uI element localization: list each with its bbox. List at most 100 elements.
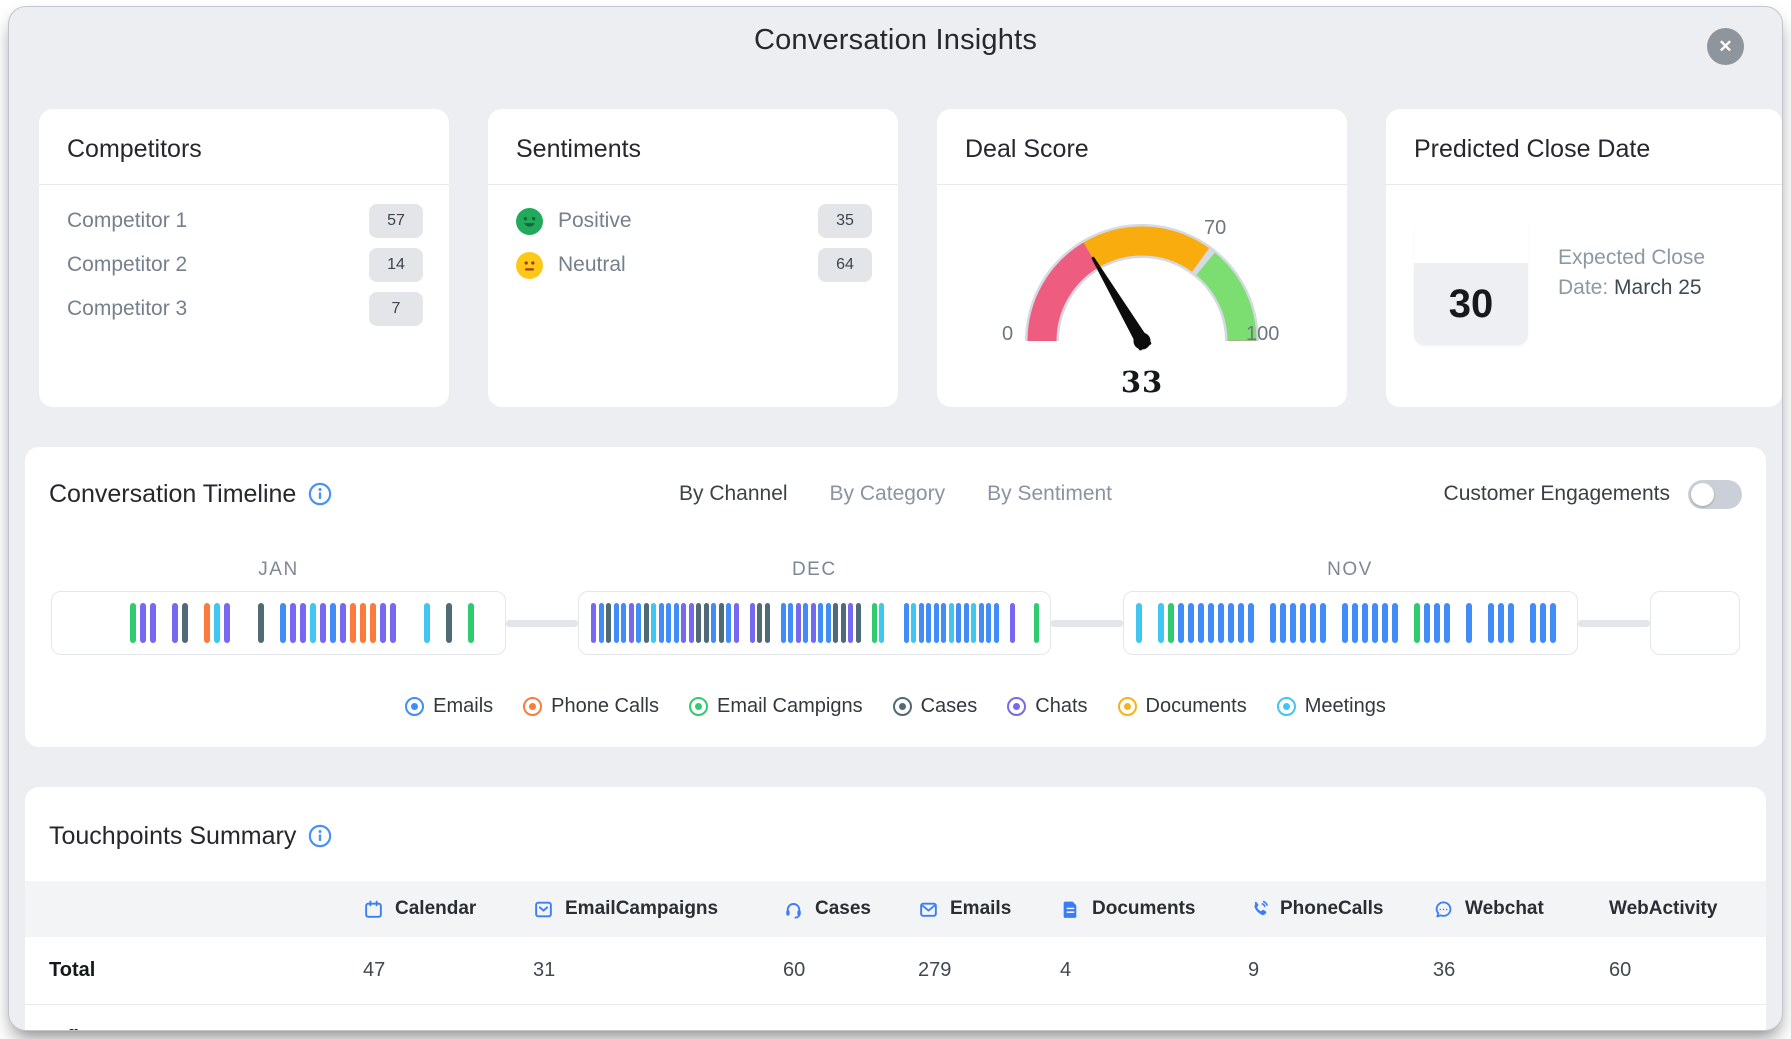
timeline-month-next <box>1650 559 1741 655</box>
touchpoints-summary-section: Touchpoints Summary CalendarEmailCampaig… <box>25 787 1766 1031</box>
headset-icon <box>783 899 804 920</box>
activity-bar <box>1270 603 1276 643</box>
table-cell: 36 <box>1425 937 1601 1004</box>
activity-bar <box>956 603 961 643</box>
activity-bar <box>1498 603 1504 643</box>
legend-dot-core <box>899 703 906 710</box>
activity-bar <box>182 603 188 643</box>
info-icon[interactable] <box>308 824 332 848</box>
tab-by-channel[interactable]: By Channel <box>679 482 788 506</box>
column-header-phonecalls: PhoneCalls <box>1240 881 1425 937</box>
activity-bar <box>636 603 641 643</box>
table-cell: – <box>1240 1005 1425 1031</box>
legend-label: Documents <box>1146 695 1247 718</box>
activity-bar <box>926 603 931 643</box>
timeline-connector <box>506 620 578 627</box>
document-icon <box>1060 899 1081 920</box>
activity-bar <box>1168 603 1174 643</box>
activity-bar <box>848 603 853 643</box>
legend-item-documents[interactable]: Documents <box>1118 695 1247 718</box>
customer-engagements-toggle[interactable] <box>1688 480 1742 509</box>
activity-bar <box>340 603 346 643</box>
timeline-connector <box>1051 620 1123 627</box>
legend-dot-core <box>1124 703 1131 710</box>
sentiment-row: Positive35 <box>516 199 872 243</box>
activity-bar <box>390 603 396 643</box>
legend-label: Cases <box>921 695 978 718</box>
page-title: Conversation Insights <box>754 24 1037 57</box>
activity-bar <box>140 603 146 643</box>
sentiments-list: Positive35 Neutral 64 <box>488 185 898 287</box>
activity-bar <box>280 603 286 643</box>
column-header-webchat: Webchat <box>1425 881 1601 937</box>
activity-bar <box>659 603 664 643</box>
touchpoints-title: Touchpoints Summary <box>49 822 296 851</box>
activity-bar <box>1434 603 1440 643</box>
activity-bar <box>350 603 356 643</box>
activity-bar <box>1280 603 1286 643</box>
activity-bar <box>879 603 884 643</box>
table-row-total: Total473160279493660 <box>25 937 1766 1005</box>
deal-score-value: 33 <box>937 365 1347 399</box>
column-header-webactivity: WebActivity <box>1601 881 1766 937</box>
sentiment-count-badge: 64 <box>818 248 872 282</box>
timeline-month-nov: NOV <box>1123 559 1578 655</box>
activity-bar <box>1198 603 1204 643</box>
activity-bar <box>1372 603 1378 643</box>
calendar-tile: January 30 <box>1414 217 1528 345</box>
table-cell: 4 <box>1052 937 1240 1004</box>
activity-bar <box>370 603 376 643</box>
timeline-activity-box <box>1650 591 1741 655</box>
timeline-tabs: By Channel By Category By Sentiment <box>679 482 1112 506</box>
deal-score-gauge: 0 70 100 <box>972 209 1312 361</box>
activity-bar <box>1508 603 1514 643</box>
tab-by-category[interactable]: By Category <box>830 482 946 506</box>
column-label: Emails <box>950 898 1011 920</box>
activity-bar <box>150 603 156 643</box>
activity-bar <box>1444 603 1450 643</box>
toggle-knob <box>1691 483 1714 506</box>
legend-radio-icon <box>523 697 542 716</box>
activity-bar <box>1158 603 1164 643</box>
month-label: DEC <box>578 559 1051 591</box>
sentiments-card: Sentiments Positive35Neutral64 <box>488 109 898 407</box>
activity-bar <box>1488 603 1494 643</box>
column-header-emails: Emails <box>910 881 1052 937</box>
competitor-count-badge: 7 <box>369 292 423 326</box>
activity-bar <box>599 603 604 643</box>
activity-bar <box>750 603 755 643</box>
activity-bar <box>591 603 596 643</box>
table-cell: 279 <box>910 937 1052 1004</box>
activity-bar <box>380 603 386 643</box>
info-icon[interactable] <box>308 482 332 506</box>
activity-bar <box>1540 603 1546 643</box>
touchpoints-body: Total473160279493660Influencer–––––––– <box>25 937 1766 1031</box>
close-button[interactable]: ✕ <box>1707 28 1744 65</box>
row-label: Total <box>25 937 355 1004</box>
divider <box>937 184 1347 185</box>
activity-bar <box>172 603 178 643</box>
legend-item-meetings[interactable]: Meetings <box>1277 695 1386 718</box>
legend-item-cases[interactable]: Cases <box>893 695 978 718</box>
sentiment-left: Neutral <box>516 252 626 279</box>
legend-item-phone-calls[interactable]: Phone Calls <box>523 695 659 718</box>
activity-bar <box>1290 603 1296 643</box>
activity-bar <box>949 603 954 643</box>
activity-bar <box>841 603 846 643</box>
activity-bar <box>872 603 877 643</box>
activity-bar <box>994 603 999 643</box>
legend-item-chats[interactable]: Chats <box>1007 695 1087 718</box>
activity-bar <box>1392 603 1398 643</box>
activity-bar <box>811 603 816 643</box>
column-label: Documents <box>1092 898 1195 920</box>
activity-bar <box>964 603 969 643</box>
legend-item-email-campigns[interactable]: Email Campigns <box>689 695 863 718</box>
activity-bar <box>644 603 649 643</box>
customer-engagements-label: Customer Engagements <box>1444 482 1670 506</box>
activity-bar <box>986 603 991 643</box>
legend-item-emails[interactable]: Emails <box>405 695 493 718</box>
activity-bar <box>290 603 296 643</box>
tab-by-sentiment[interactable]: By Sentiment <box>987 482 1112 506</box>
expected-close-value: March 25 <box>1614 276 1702 299</box>
activity-bar <box>1228 603 1234 643</box>
